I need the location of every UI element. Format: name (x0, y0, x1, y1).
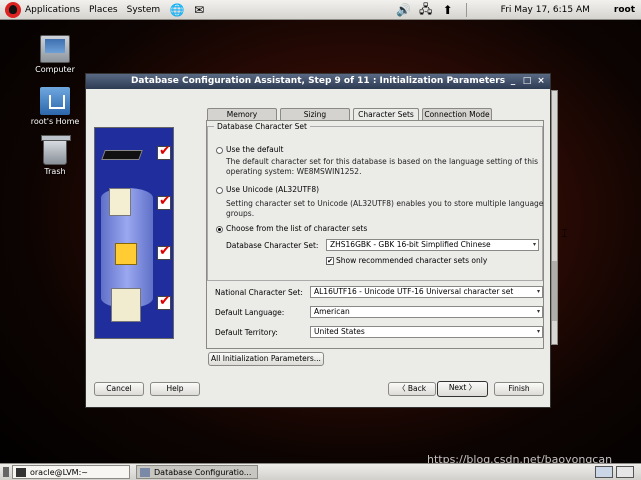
shapes-icon (115, 243, 137, 265)
chevron-down-icon: ▾ (536, 308, 540, 315)
use-default-label: Use the default (226, 145, 284, 154)
desktop-home-label: root's Home (30, 117, 80, 126)
mouse-cursor-icon: ⌶ (561, 227, 568, 240)
choose-from-list-label: Choose from the list of character sets (226, 224, 368, 233)
radio-use-unicode[interactable] (216, 187, 223, 194)
pages-icon (111, 288, 141, 322)
terminal-icon (16, 467, 26, 477)
default-language-select[interactable]: American ▾ (310, 306, 543, 318)
use-unicode-desc-2: groups. (226, 209, 255, 218)
menu-system[interactable]: System (127, 5, 161, 15)
radio-use-default[interactable] (216, 147, 223, 154)
panel-clock[interactable]: Fri May 17, 6:15 AM (501, 5, 590, 15)
close-icon[interactable]: × (536, 76, 546, 86)
tab-sizing[interactable]: Sizing (280, 108, 350, 120)
checkmark-icon (157, 143, 171, 160)
chevron-down-icon: ▾ (532, 241, 536, 248)
taskbar-item-terminal-label: oracle@LVM:~ (30, 467, 88, 477)
db-charset-select[interactable]: ZHS16GBK - GBK 16-bit Simplified Chinese… (326, 239, 539, 251)
next-button[interactable]: Next 〉 (437, 381, 488, 397)
national-charset-label: National Character Set: (215, 288, 303, 297)
memory-chip-icon (101, 150, 143, 160)
checkmark-icon (157, 293, 171, 310)
cancel-button[interactable]: Cancel (94, 382, 144, 396)
national-charset-value: AL16UTF16 - Unicode UTF-16 Universal cha… (314, 287, 514, 296)
next-button-label: Next (448, 383, 467, 392)
background-scrollbar[interactable] (551, 90, 558, 345)
computer-icon (40, 35, 70, 63)
tab-connection-mode[interactable]: Connection Mode (422, 108, 492, 120)
all-init-params-button[interactable]: All Initialization Parameters... (208, 352, 324, 366)
network-icon[interactable]: 🖧 (418, 2, 434, 18)
wizard-illustration (94, 127, 174, 339)
default-language-label: Default Language: (215, 308, 285, 317)
next-arrow-icon: 〉 (466, 383, 477, 392)
chevron-down-icon: ▾ (536, 328, 540, 335)
desktop-computer-label: Computer (35, 65, 75, 74)
dialog-titlebar[interactable]: Database Configuration Assistant, Step 9… (86, 74, 550, 89)
web-browser-icon[interactable]: 🌐 (169, 2, 185, 18)
default-language-value: American (314, 307, 350, 316)
gnome-foot-icon[interactable] (5, 1, 21, 18)
workspace-2[interactable] (616, 466, 634, 478)
menu-places[interactable]: Places (89, 5, 118, 15)
dialog-title: Database Configuration Assistant, Step 9… (130, 76, 506, 86)
menu-applications[interactable]: Applications (25, 5, 80, 15)
taskbar-item-dbca-label: Database Configuratio... (154, 467, 252, 477)
default-territory-label: Default Territory: (215, 328, 278, 337)
checkmark-icon (157, 193, 171, 210)
back-button[interactable]: 〈 Back (388, 382, 436, 396)
desktop-home[interactable]: root's Home (20, 87, 90, 126)
home-folder-icon (40, 87, 70, 115)
mail-icon[interactable]: ✉ (191, 2, 207, 18)
use-unicode-desc-1: Setting character set to Unicode (AL32UT… (226, 199, 544, 208)
chevron-down-icon: ▾ (536, 288, 540, 295)
radio-choose-from-list[interactable] (216, 226, 223, 233)
back-arrow-icon: 〈 (397, 384, 408, 393)
volume-icon[interactable]: 🔊 (396, 2, 412, 18)
default-territory-value: United States (314, 327, 365, 336)
desktop-computer[interactable]: Computer (20, 35, 90, 74)
maximize-icon[interactable]: □ (522, 76, 532, 86)
desktop-trash-label: Trash (44, 167, 66, 176)
show-recommended-label: Show recommended character sets only (336, 256, 488, 265)
db-charset-label: Database Character Set: (226, 241, 319, 250)
use-default-desc-1: The default character set for this datab… (226, 157, 538, 166)
top-panel: Applications Places System 🌐 ✉ 🔊 🖧 ⬆ Fri… (0, 0, 641, 20)
dbca-dialog: Database Configuration Assistant, Step 9… (85, 73, 551, 408)
taskbar-item-dbca[interactable]: Database Configuratio... (136, 465, 258, 479)
trash-icon (41, 135, 71, 165)
help-button[interactable]: Help (150, 382, 200, 396)
use-default-desc-2: operating system: WE8MSWIN1252. (226, 167, 362, 176)
show-desktop-icon[interactable] (3, 467, 9, 477)
update-icon[interactable]: ⬆ (440, 2, 456, 18)
panel-separator (465, 3, 467, 17)
scrollbar-thumb[interactable] (552, 261, 557, 321)
back-button-label: Back (407, 384, 427, 393)
bottom-panel: oracle@LVM:~ Database Configuratio... (0, 463, 641, 480)
db-charset-value: ZHS16GBK - GBK 16-bit Simplified Chinese (330, 240, 491, 249)
workspace-1[interactable] (595, 466, 613, 478)
show-recommended-checkbox[interactable]: ✔ (326, 257, 334, 265)
use-unicode-label: Use Unicode (AL32UTF8) (226, 185, 320, 194)
minimize-icon[interactable]: _ (508, 76, 518, 86)
panel-user[interactable]: root (614, 5, 635, 15)
national-charset-select[interactable]: AL16UTF16 - Unicode UTF-16 Universal cha… (310, 286, 543, 298)
taskbar-item-terminal[interactable]: oracle@LVM:~ (12, 465, 130, 479)
window-icon (140, 467, 150, 477)
default-territory-select[interactable]: United States ▾ (310, 326, 543, 338)
desktop-trash[interactable]: Trash (20, 135, 90, 176)
finish-button[interactable]: Finish (494, 382, 544, 396)
db-charset-group-title: Database Character Set (214, 122, 310, 131)
tab-memory[interactable]: Memory (207, 108, 277, 120)
document-icon (109, 188, 131, 216)
checkmark-icon (157, 243, 171, 260)
